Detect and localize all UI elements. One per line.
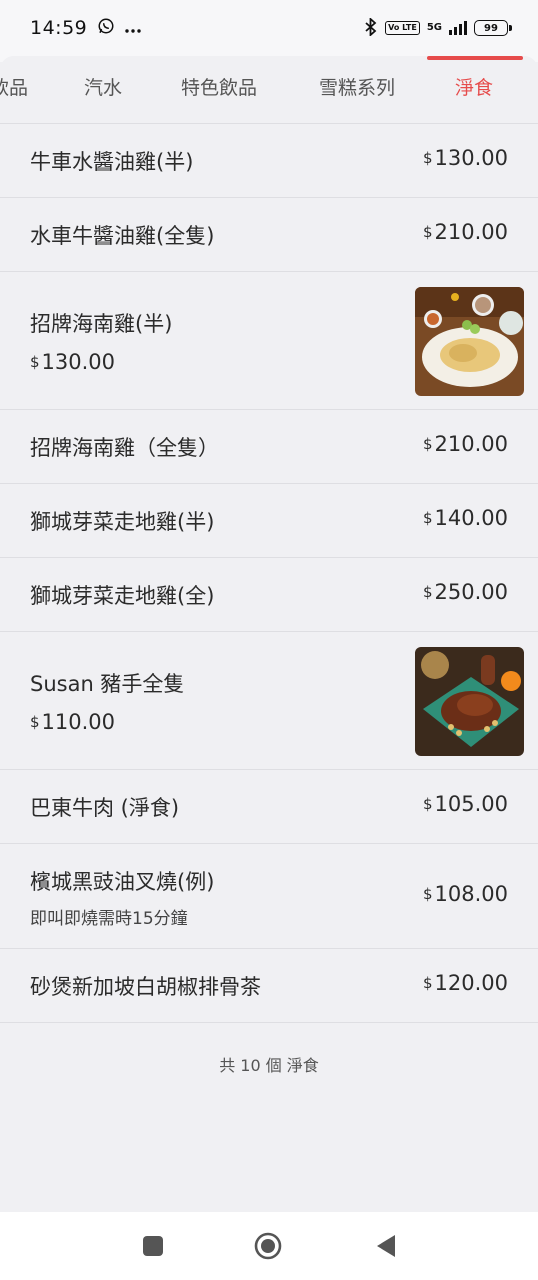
home-button[interactable] bbox=[254, 1232, 282, 1260]
item-note: 即叫即燒需時15分鐘 bbox=[30, 909, 188, 929]
system-navigation-bar bbox=[0, 1212, 538, 1280]
price-value: 210.00 bbox=[434, 220, 508, 244]
item-name: 獅城芽菜走地雞(半) bbox=[30, 510, 215, 534]
tab-drinks[interactable]: 飲品 bbox=[0, 56, 28, 122]
currency-symbol: $ bbox=[422, 509, 433, 527]
currency-symbol: $ bbox=[422, 583, 433, 601]
menu-item[interactable]: 招牌海南雞(半) $130.00 bbox=[0, 272, 538, 410]
currency-symbol: $ bbox=[422, 149, 433, 167]
price-value: 140.00 bbox=[434, 506, 508, 530]
item-name: Susan 豬手全隻 bbox=[30, 672, 185, 696]
menu-item[interactable]: 招牌海南雞（全隻） $210.00 bbox=[0, 410, 538, 484]
menu-item[interactable]: 巴東牛肉 (淨食) $105.00 bbox=[0, 770, 538, 844]
currency-symbol: $ bbox=[422, 435, 433, 453]
item-price: $140.00 bbox=[423, 506, 508, 530]
recent-apps-button[interactable] bbox=[139, 1232, 167, 1260]
menu-item[interactable]: 砂煲新加坡白胡椒排骨茶 $120.00 bbox=[0, 949, 538, 1023]
more-icon bbox=[125, 17, 141, 39]
back-button[interactable] bbox=[372, 1232, 400, 1260]
item-price: $210.00 bbox=[423, 432, 508, 456]
menu-item[interactable]: 檳城黑豉油叉燒(例) 即叫即燒需時15分鐘 $108.00 bbox=[0, 844, 538, 949]
item-name: 招牌海南雞（全隻） bbox=[30, 436, 219, 460]
price-value: 250.00 bbox=[434, 580, 508, 604]
price-value: 108.00 bbox=[434, 882, 508, 906]
battery-level: 99 bbox=[484, 22, 498, 34]
menu-item[interactable]: 牛車水醬油雞(半) $130.00 bbox=[0, 124, 538, 198]
price-value: 130.00 bbox=[434, 146, 508, 170]
bluetooth-icon bbox=[364, 16, 378, 39]
tab-soda[interactable]: 汽水 bbox=[84, 56, 122, 122]
menu-list: 牛車水醬油雞(半) $130.00 水車牛醬油雞(全隻) $210.00 招牌海… bbox=[0, 124, 538, 1023]
item-price: $108.00 bbox=[423, 882, 508, 906]
item-price: $120.00 bbox=[423, 971, 508, 995]
network-type: 5G bbox=[426, 22, 442, 33]
currency-symbol: $ bbox=[422, 223, 433, 241]
tab-ice-cream[interactable]: 雪糕系列 bbox=[319, 56, 395, 122]
hainan-chicken-photo[interactable] bbox=[415, 287, 524, 396]
active-tab-indicator bbox=[427, 56, 523, 60]
menu-item[interactable]: 獅城芽菜走地雞(半) $140.00 bbox=[0, 484, 538, 558]
menu-sheet: 飲品 汽水 特色飲品 雪糕系列 淨食 牛車水醬油雞(半) $130.00 水車牛… bbox=[0, 56, 538, 1212]
item-price: $130.00 bbox=[423, 146, 508, 170]
price-value: 210.00 bbox=[434, 432, 508, 456]
signal-icon bbox=[449, 21, 467, 35]
menu-item[interactable]: Susan 豬手全隻 $110.00 bbox=[0, 632, 538, 770]
currency-symbol: $ bbox=[422, 885, 433, 903]
tab-special-drinks[interactable]: 特色飲品 bbox=[181, 56, 257, 122]
status-bar: 14:59 Vo LTE 5G 99 bbox=[0, 0, 538, 62]
item-name: 獅城芽菜走地雞(全) bbox=[30, 584, 215, 608]
menu-item[interactable]: 水車牛醬油雞(全隻) $210.00 bbox=[0, 198, 538, 272]
item-price: $110.00 bbox=[30, 710, 115, 734]
status-time: 14:59 bbox=[30, 17, 88, 39]
whatsapp-icon bbox=[97, 17, 115, 40]
item-name: 檳城黑豉油叉燒(例) bbox=[30, 870, 215, 894]
currency-symbol: $ bbox=[422, 795, 433, 813]
currency-symbol: $ bbox=[30, 713, 40, 731]
battery-icon: 99 bbox=[474, 20, 512, 36]
item-price: $105.00 bbox=[423, 792, 508, 816]
currency-symbol: $ bbox=[30, 353, 40, 371]
item-name: 水車牛醬油雞(全隻) bbox=[30, 224, 215, 248]
price-value: 110.00 bbox=[41, 710, 116, 734]
item-count-label: 共 10 個 淨食 bbox=[219, 1056, 319, 1075]
volte-badge: Vo LTE bbox=[385, 21, 420, 35]
item-name: 砂煲新加坡白胡椒排骨茶 bbox=[30, 975, 261, 999]
item-name: 招牌海南雞(半) bbox=[30, 312, 173, 336]
price-value: 130.00 bbox=[41, 350, 116, 374]
item-price: $210.00 bbox=[423, 220, 508, 244]
item-name: 巴東牛肉 (淨食) bbox=[30, 796, 180, 820]
currency-symbol: $ bbox=[422, 974, 433, 992]
category-tabs: 飲品 汽水 特色飲品 雪糕系列 淨食 bbox=[0, 56, 538, 124]
price-value: 105.00 bbox=[434, 792, 508, 816]
tab-food[interactable]: 淨食 bbox=[455, 56, 493, 122]
pork-knuckle-photo[interactable] bbox=[415, 647, 524, 756]
item-name: 牛車水醬油雞(半) bbox=[30, 150, 194, 174]
item-price: $130.00 bbox=[30, 350, 115, 374]
menu-item[interactable]: 獅城芽菜走地雞(全) $250.00 bbox=[0, 558, 538, 632]
price-value: 120.00 bbox=[434, 971, 508, 995]
item-price: $250.00 bbox=[423, 580, 508, 604]
